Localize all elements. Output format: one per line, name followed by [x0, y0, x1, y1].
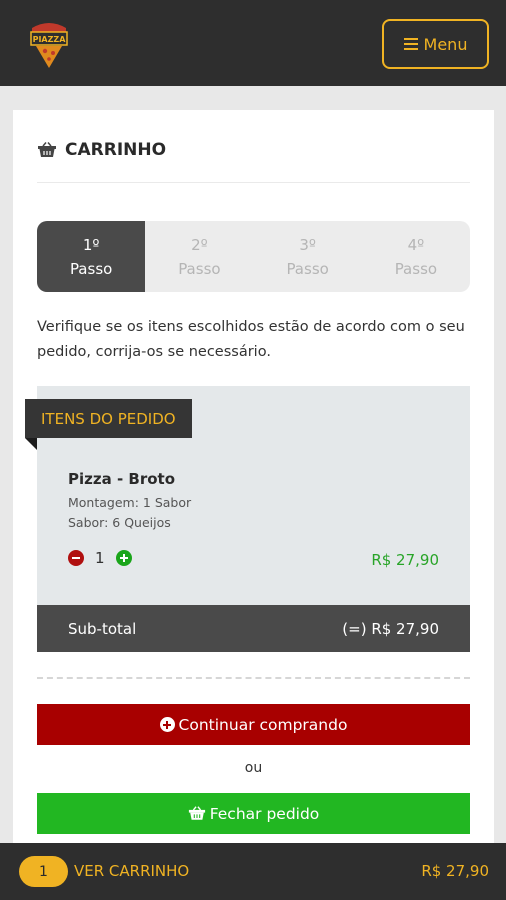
cart-heading: CARRINHO [37, 140, 166, 160]
cart-count-badge: 1 [19, 856, 68, 887]
top-app-bar: PIAZZA Menu [0, 0, 506, 86]
step-number: 2º [191, 235, 208, 254]
piazza-logo[interactable]: PIAZZA [28, 18, 70, 70]
step-label: Passo [69, 259, 113, 278]
increase-quantity-button[interactable] [115, 550, 132, 566]
plus-circle-icon [159, 717, 175, 732]
quantity-stepper: 1 [68, 549, 132, 567]
subtotal-bar: Sub-total (=) R$ 27,90 [37, 605, 470, 652]
order-items-label: ITENS DO PEDIDO [25, 399, 192, 438]
step-label: Passo [178, 259, 221, 278]
step-4[interactable]: 4º Passo [362, 221, 470, 292]
continue-shopping-label: Continuar comprando [178, 715, 348, 734]
cart-card: CARRINHO 1º Passo 2º Passo 3º Passo 4º P… [13, 110, 494, 900]
item-detail-sabor: Sabor: 6 Queijos [68, 515, 171, 530]
decrease-quantity-button[interactable] [68, 550, 84, 566]
close-order-label: Fechar pedido [209, 804, 320, 823]
item-detail-montagem: Montagem: 1 Sabor [68, 495, 192, 510]
minus-icon [72, 557, 80, 559]
item-price: R$ 27,90 [371, 551, 439, 569]
quantity-value: 1 [95, 549, 105, 567]
step-number: 4º [407, 235, 425, 254]
menu-button[interactable]: Menu [382, 19, 489, 69]
checkout-steps: 1º Passo 2º Passo 3º Passo 4º Passo [37, 221, 470, 292]
step-number: 1º [82, 235, 100, 254]
divider [37, 182, 470, 183]
close-order-button[interactable]: Fechar pedido [37, 793, 470, 834]
or-separator: ou [244, 760, 263, 776]
basket-icon [188, 806, 205, 820]
hamburger-icon [403, 38, 418, 50]
dashed-divider [37, 677, 470, 679]
step-1[interactable]: 1º Passo [37, 221, 146, 292]
ribbon-fold [25, 438, 37, 450]
cart-title: CARRINHO [65, 140, 167, 160]
cart-total: R$ 27,90 [421, 862, 489, 880]
subtotal-value: (=) R$ 27,90 [342, 619, 439, 638]
step-label: Passo [286, 259, 329, 278]
basket-icon [38, 142, 56, 157]
continue-shopping-button[interactable]: Continuar comprando [37, 704, 470, 745]
item-name: Pizza - Broto [68, 470, 175, 488]
subtotal-label: Sub-total [68, 619, 137, 638]
menu-button-label: Menu [423, 34, 468, 54]
step-number: 3º [299, 235, 316, 254]
bottom-cart-bar[interactable]: 1 VER CARRINHO R$ 27,90 [0, 843, 506, 900]
intro-text: Verifique se os itens escolhidos estão d… [37, 319, 465, 360]
step-2[interactable]: 2º Passo [145, 221, 253, 292]
logo-wordmark: PIAZZA [33, 35, 67, 44]
step-label: Passo [394, 259, 438, 278]
step-3[interactable]: 3º Passo [254, 221, 362, 292]
view-cart-link[interactable]: VER CARRINHO [74, 862, 189, 880]
